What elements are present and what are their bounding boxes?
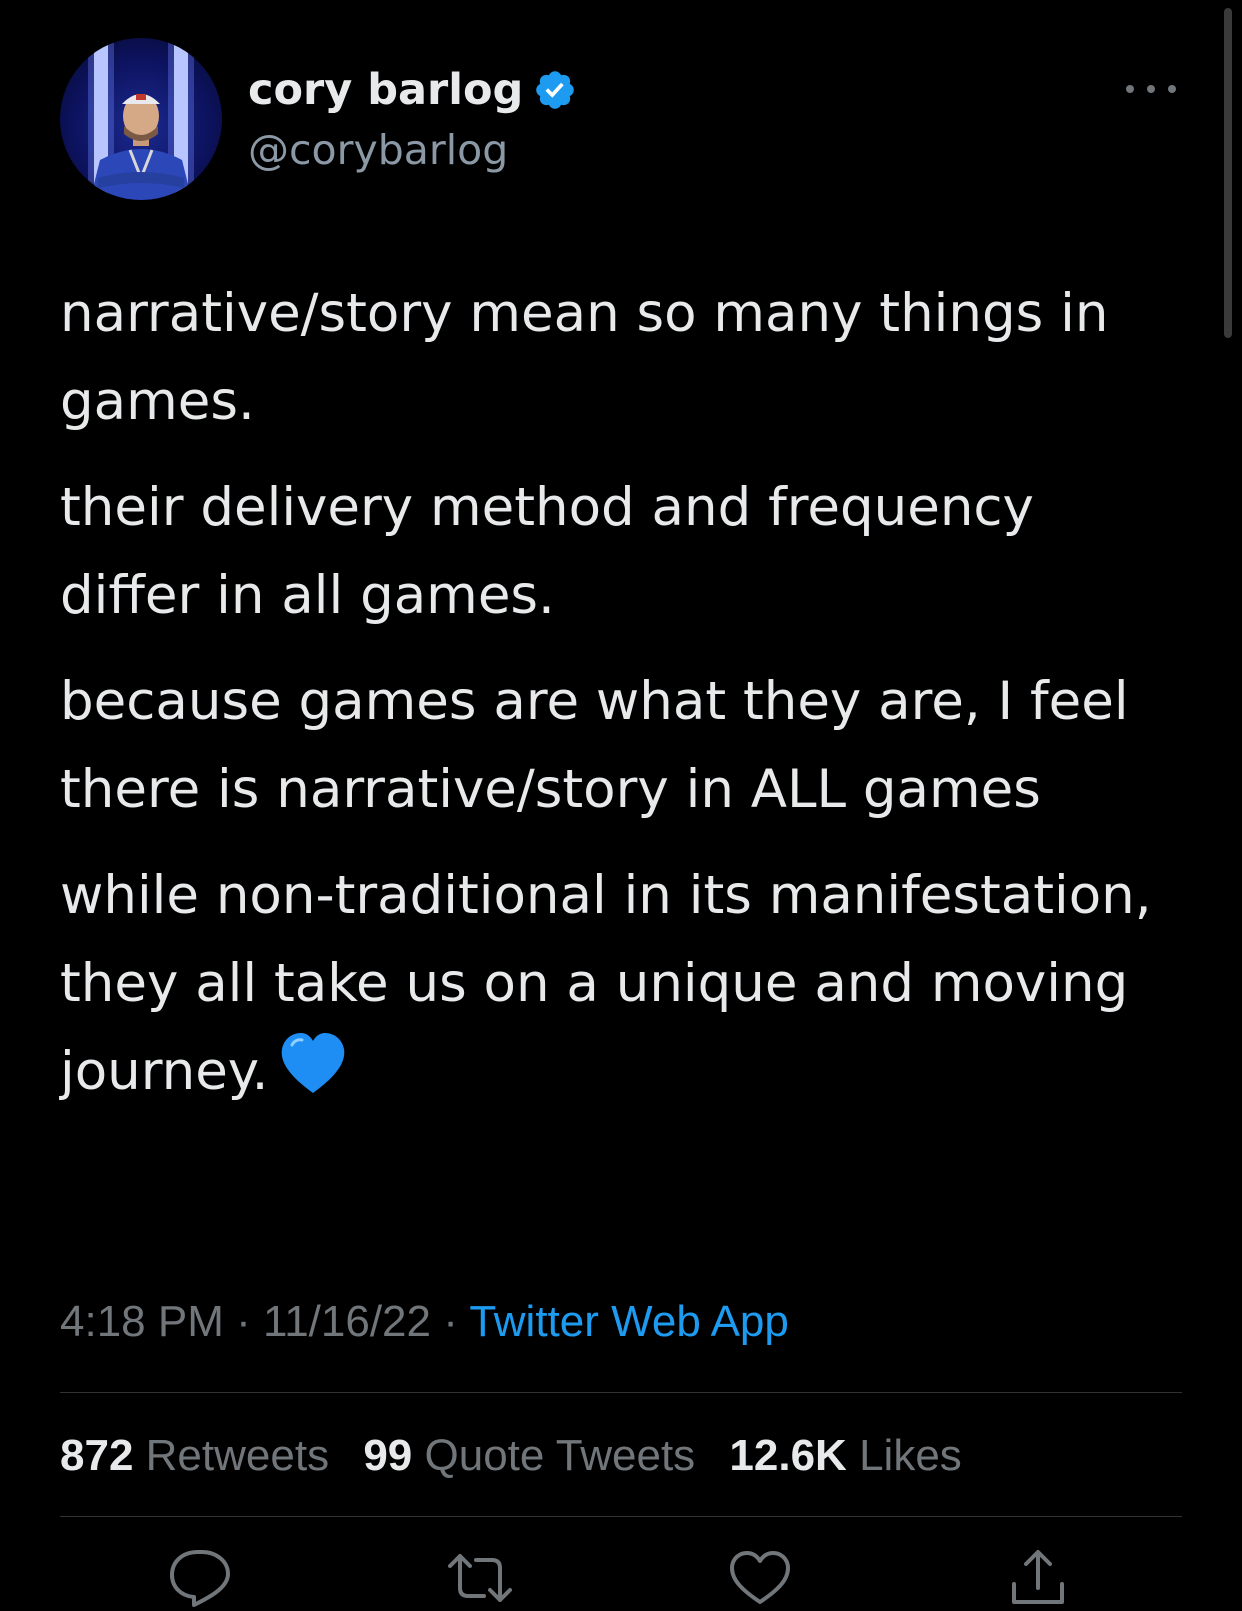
quote-tweets-count: 99	[363, 1431, 413, 1480]
share-icon[interactable]	[1006, 1548, 1070, 1608]
divider	[60, 1392, 1182, 1393]
divider	[60, 1516, 1182, 1517]
quote-tweets-stat[interactable]: 99 Quote Tweets	[363, 1431, 695, 1480]
likes-label: Likes	[859, 1431, 962, 1480]
meta-separator: ·	[223, 1297, 263, 1346]
avatar[interactable]	[60, 38, 222, 200]
quote-tweets-label: Quote Tweets	[424, 1431, 696, 1480]
likes-count: 12.6K	[729, 1431, 847, 1480]
reply-icon[interactable]	[168, 1548, 232, 1608]
tweet-paragraph-last: while non-traditional in its manifestati…	[60, 852, 1180, 1116]
retweets-count: 872	[60, 1431, 134, 1480]
blue-heart-icon	[278, 1031, 348, 1097]
scrollbar[interactable]	[1224, 8, 1232, 338]
likes-stat[interactable]: 12.6K Likes	[729, 1431, 961, 1480]
tweet-stats: 872 Retweets 99 Quote Tweets 12.6K Likes	[60, 1428, 984, 1484]
tweet-date[interactable]: 11/16/22	[263, 1297, 431, 1346]
more-options-icon[interactable]	[1126, 74, 1176, 104]
tweet-source-link[interactable]: Twitter Web App	[469, 1297, 789, 1346]
retweets-label: Retweets	[145, 1431, 330, 1480]
retweets-stat[interactable]: 872 Retweets	[60, 1431, 329, 1480]
retweet-icon[interactable]	[448, 1548, 512, 1608]
meta-separator: ·	[431, 1297, 470, 1346]
tweet-meta: 4:18 PM · 11/16/22 · Twitter Web App	[60, 1294, 789, 1350]
tweet-time[interactable]: 4:18 PM	[60, 1297, 224, 1346]
tweet-paragraph: narrative/story mean so many things in g…	[60, 283, 1109, 432]
tweet-paragraph-text: while non-traditional in its manifestati…	[60, 865, 1152, 1102]
author-handle[interactable]: @corybarlog	[248, 122, 508, 178]
display-name-text[interactable]: cory barlog	[248, 62, 523, 118]
tweet-paragraph: their delivery method and frequency diff…	[60, 477, 1034, 626]
tweet-text: narrative/story mean so many things in g…	[60, 270, 1180, 1134]
like-icon[interactable]	[728, 1548, 792, 1608]
tweet-paragraph: because games are what they are, I feel …	[60, 671, 1129, 820]
verified-badge-icon	[533, 68, 577, 112]
author-display-name[interactable]: cory barlog	[248, 62, 577, 118]
